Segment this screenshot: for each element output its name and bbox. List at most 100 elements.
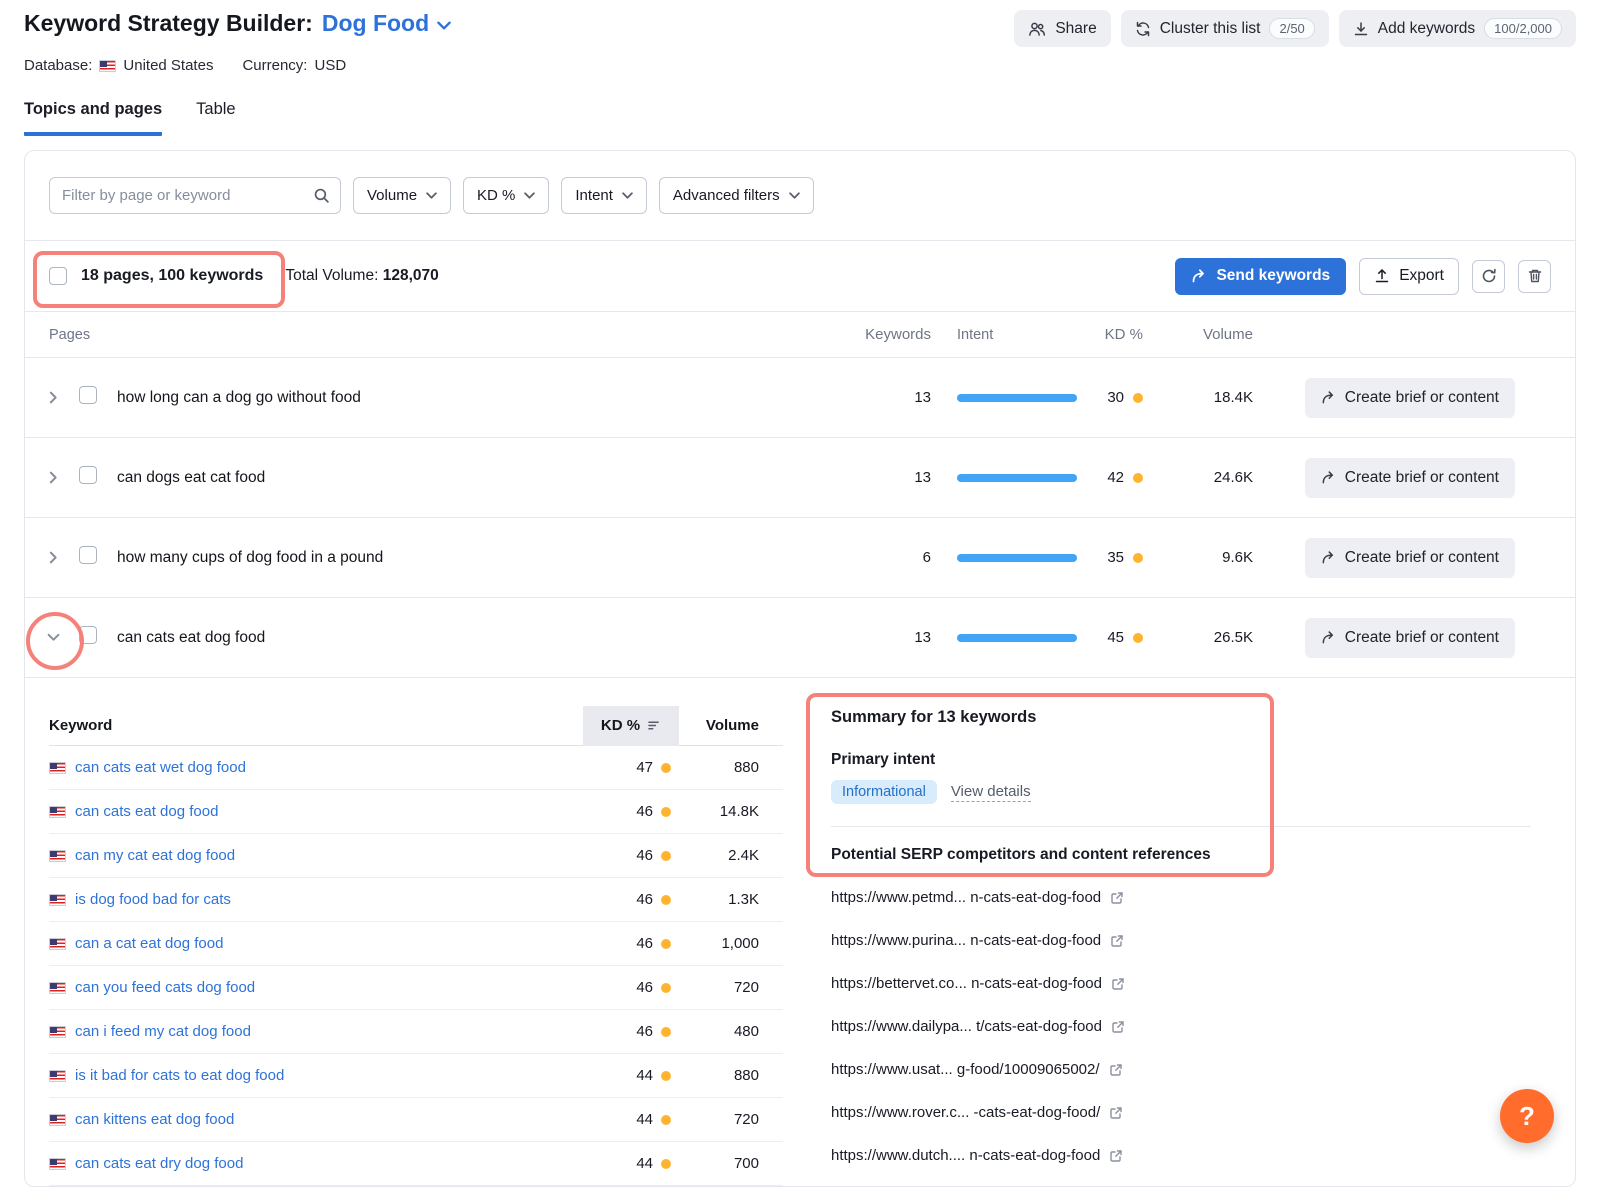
serp-link[interactable]: https://www.rover.c... -cats-eat-dog-foo… — [831, 1091, 1531, 1134]
us-flag-icon — [49, 806, 66, 818]
expand-chevron-icon[interactable] — [49, 631, 79, 644]
page-row-checkbox[interactable] — [79, 626, 97, 644]
create-brief-button[interactable]: Create brief or content — [1305, 538, 1515, 578]
keyword-kd-value: 46 — [636, 803, 653, 820]
intent-filter-dropdown[interactable]: Intent — [561, 177, 647, 214]
keyword-table: Keyword KD % Volume can cats eat wet dog… — [49, 706, 783, 1186]
us-flag-icon — [49, 1158, 66, 1170]
filter-bar: Volume KD % Intent Advanced filters — [25, 151, 1575, 241]
keyword-link[interactable]: can cats eat dog food — [49, 803, 583, 820]
page-row-checkbox[interactable] — [79, 546, 97, 564]
view-details-link[interactable]: View details — [951, 783, 1031, 802]
keyword-volume: 14.8K — [679, 803, 783, 820]
keyword-volume: 480 — [679, 1023, 783, 1040]
export-icon — [1374, 268, 1390, 284]
serp-link[interactable]: https://www.dutch.... n-cats-eat-dog-foo… — [831, 1134, 1531, 1177]
expanded-page-detail: Keyword KD % Volume can cats eat wet dog… — [25, 678, 1575, 1186]
serp-link[interactable]: https://www.dailypa... t/cats-eat-dog-fo… — [831, 1005, 1531, 1048]
col-kd-sort[interactable]: KD % — [583, 706, 679, 746]
list-name-dropdown[interactable]: Dog Food — [322, 10, 451, 37]
kd-filter-dropdown[interactable]: KD % — [463, 177, 549, 214]
page-row-checkbox[interactable] — [79, 386, 97, 404]
keyword-link[interactable]: is it bad for cats to eat dog food — [49, 1067, 583, 1084]
keyword-volume: 700 — [679, 1155, 783, 1172]
expand-chevron-icon[interactable] — [49, 471, 79, 484]
external-link-icon — [1111, 1020, 1125, 1034]
search-input[interactable] — [62, 187, 313, 204]
keyword-row: can my cat eat dog food 46 2.4K — [49, 834, 783, 878]
summary-panel: Summary for 13 keywords Primary intent I… — [831, 706, 1551, 1186]
total-volume-value: 128,070 — [383, 267, 439, 284]
page-kd-value: 30 — [1107, 389, 1124, 406]
kd-dot — [1133, 553, 1143, 563]
intent-filter-label: Intent — [575, 187, 613, 204]
share-button[interactable]: Share — [1014, 10, 1110, 47]
col-volume-sub[interactable]: Volume — [679, 717, 783, 734]
page-name: can dogs eat cat food — [117, 469, 851, 487]
us-flag-icon — [49, 762, 66, 774]
keyword-link[interactable]: is dog food bad for cats — [49, 891, 583, 908]
create-brief-label: Create brief or content — [1345, 469, 1499, 487]
help-button[interactable]: ? — [1500, 1089, 1554, 1143]
create-brief-label: Create brief or content — [1345, 549, 1499, 567]
kd-dot — [661, 851, 671, 861]
page-title: Keyword Strategy Builder: — [24, 10, 313, 37]
kd-dot — [661, 983, 671, 993]
create-brief-button[interactable]: Create brief or content — [1305, 378, 1515, 418]
keyword-kd-value: 46 — [636, 847, 653, 864]
kd-dot — [661, 1159, 671, 1169]
page-kd-value: 35 — [1107, 549, 1124, 566]
currency-label: Currency: — [242, 57, 307, 74]
refresh-button[interactable] — [1472, 260, 1505, 293]
volume-filter-dropdown[interactable]: Volume — [353, 177, 451, 214]
view-tab[interactable]: Topics and pages — [24, 100, 162, 136]
serp-link[interactable]: https://www.purina... n-cats-eat-dog-foo… — [831, 919, 1531, 962]
keyword-link[interactable]: can you feed cats dog food — [49, 979, 583, 996]
add-keywords-button[interactable]: Add keywords 100/2,000 — [1339, 10, 1576, 47]
trash-icon — [1527, 268, 1543, 284]
expand-chevron-icon[interactable] — [49, 391, 79, 404]
selection-actions: Send keywords Export — [1175, 258, 1551, 295]
create-brief-button[interactable]: Create brief or content — [1305, 618, 1515, 658]
keyword-link[interactable]: can a cat eat dog food — [49, 935, 583, 952]
keyword-kd-value: 46 — [636, 891, 653, 908]
page-name: how long can a dog go without food — [117, 389, 851, 407]
keyword-link[interactable]: can cats eat wet dog food — [49, 759, 583, 776]
keyword-row: can cats eat dog food 46 14.8K — [49, 790, 783, 834]
col-intent: Intent — [931, 327, 1081, 343]
export-button[interactable]: Export — [1359, 258, 1459, 295]
col-keyword: Keyword — [49, 717, 583, 734]
kd-filter-label: KD % — [477, 187, 515, 204]
serp-link[interactable]: https://bettervet.co... n-cats-eat-dog-f… — [831, 962, 1531, 1005]
keyword-kd-value: 44 — [636, 1155, 653, 1172]
send-keywords-button[interactable]: Send keywords — [1175, 258, 1346, 295]
page-row-checkbox[interactable] — [79, 466, 97, 484]
delete-button[interactable] — [1518, 260, 1551, 293]
cluster-icon — [1135, 21, 1151, 37]
keyword-link[interactable]: can cats eat dry dog food — [49, 1155, 583, 1172]
serp-links: https://www.petmd... n-cats-eat-dog-food… — [831, 876, 1531, 1177]
keyword-volume: 1,000 — [679, 935, 783, 952]
cluster-list-button[interactable]: Cluster this list 2/50 — [1121, 10, 1329, 47]
chevron-down-icon — [789, 192, 800, 199]
search-icon[interactable] — [313, 187, 330, 204]
keyword-link[interactable]: can kittens eat dog food — [49, 1111, 583, 1128]
page-volume: 9.6K — [1191, 549, 1301, 566]
keyword-link[interactable]: can my cat eat dog food — [49, 847, 583, 864]
advanced-filters-dropdown[interactable]: Advanced filters — [659, 177, 814, 214]
expand-chevron-icon[interactable] — [49, 551, 79, 564]
keyword-kd-value: 44 — [636, 1067, 653, 1084]
page-name: can cats eat dog food — [117, 629, 851, 647]
page-intent-cell — [931, 394, 1081, 402]
serp-link[interactable]: https://www.usat... g-food/10009065002/ — [831, 1048, 1531, 1091]
list-name: Dog Food — [322, 10, 429, 37]
create-brief-button[interactable]: Create brief or content — [1305, 458, 1515, 498]
select-all-checkbox[interactable] — [49, 267, 67, 285]
keyword-volume: 2.4K — [679, 847, 783, 864]
serp-link[interactable]: https://www.petmd... n-cats-eat-dog-food — [831, 876, 1531, 919]
view-tab[interactable]: Table — [196, 100, 235, 136]
keyword-strategy-builder-page: Keyword Strategy Builder: Dog Food Share… — [0, 0, 1600, 1187]
page-keywords-count: 6 — [851, 549, 931, 566]
keyword-text: can cats eat wet dog food — [75, 759, 246, 776]
keyword-link[interactable]: can i feed my cat dog food — [49, 1023, 583, 1040]
